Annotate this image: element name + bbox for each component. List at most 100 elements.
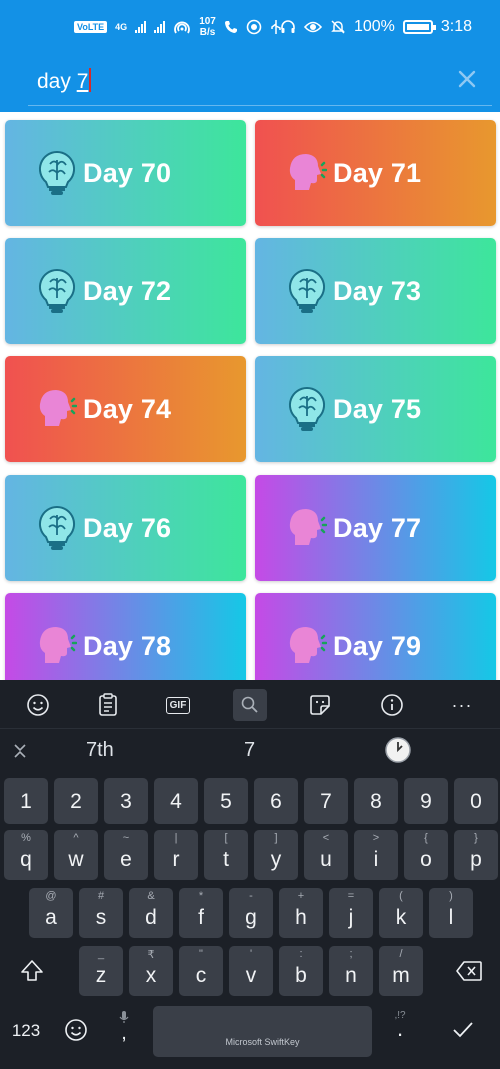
shift-key[interactable] <box>14 958 50 988</box>
key-r[interactable]: | r <box>154 830 198 880</box>
gif-icon[interactable]: GIF <box>161 689 195 721</box>
card-label: Day 70 <box>83 157 172 188</box>
space-bar[interactable]: Microsoft SwiftKey <box>153 1006 372 1057</box>
status-right: 100% 3:18 <box>280 18 472 36</box>
search-icon[interactable] <box>233 689 267 721</box>
day-card[interactable]: Day 75 <box>255 356 496 462</box>
suggestion-7th[interactable]: 7th <box>86 739 114 762</box>
backspace-key[interactable] <box>452 960 486 986</box>
eye-icon <box>303 21 322 33</box>
key-b[interactable]: :b <box>279 946 323 996</box>
key-s[interactable]: # s <box>79 888 123 938</box>
card-label: Day 75 <box>333 393 422 424</box>
gif-label: GIF <box>165 696 191 714</box>
clipboard-icon[interactable] <box>91 689 125 721</box>
comma-key[interactable]: , <box>110 1010 138 1052</box>
search-prefix: day <box>37 70 77 93</box>
signal-icon-2 <box>154 21 166 33</box>
key-0[interactable]: 0 <box>454 778 498 824</box>
emoji-icon[interactable] <box>21 689 55 721</box>
checkmark-icon <box>453 1022 473 1038</box>
key-t[interactable]: [t <box>204 830 248 880</box>
sticker-icon[interactable] <box>303 689 337 721</box>
text-caret <box>89 68 92 92</box>
mute-bell-icon <box>331 20 345 34</box>
key-v[interactable]: ' v <box>229 946 273 996</box>
key-a[interactable]: @ a <box>29 888 73 938</box>
signal-icon <box>135 21 147 33</box>
key-j[interactable]: = j <box>329 888 373 938</box>
whatsapp-icon <box>246 19 262 35</box>
status-bar: VoLTE 4G 107 B/s 100% 3:18 <box>0 0 500 56</box>
card-label: Day 72 <box>83 275 172 306</box>
period-key[interactable]: ,!? . <box>386 1010 414 1052</box>
key-q[interactable]: % q <box>4 830 48 880</box>
key-p[interactable]: } p <box>454 830 498 880</box>
day-card[interactable]: Day 71 <box>255 120 496 226</box>
suggestion-bar: 7th 7 <box>0 728 500 772</box>
key-5[interactable]: 5 <box>204 778 248 824</box>
network-type: 4G <box>115 22 128 32</box>
keyboard: GIF ··· 7th 7 1 2 3 4 5 6 7 8 9 0 % q ^ w … <box>0 680 500 1069</box>
brain-bulb-icon <box>288 386 326 431</box>
day-card[interactable]: Day 77 <box>255 475 496 581</box>
speaking-head-icon <box>289 154 327 190</box>
key-3[interactable]: 3 <box>104 778 148 824</box>
search-input[interactable]: day 7 <box>37 68 92 94</box>
day-card[interactable]: Day 78 <box>5 593 246 680</box>
day-card[interactable]: Day 72 <box>5 238 246 344</box>
key-z[interactable]: _ z <box>79 946 123 996</box>
key-f[interactable]: * f <box>179 888 223 938</box>
emoji-key[interactable] <box>62 1018 90 1046</box>
search-bar[interactable]: day 7 <box>28 56 492 106</box>
results-grid: Day 70 Day 71 Day 72 Day 73 Day 74 Day 7… <box>0 112 500 680</box>
clock: 3:18 <box>440 18 472 35</box>
key-x[interactable]: ₹ x <box>129 946 173 996</box>
key-e[interactable]: ~ e <box>104 830 148 880</box>
key-u[interactable]: < u <box>304 830 348 880</box>
day-card[interactable]: Day 74 <box>5 356 246 462</box>
network-speed: 107 B/s <box>199 16 216 38</box>
key-1[interactable]: 1 <box>4 778 48 824</box>
key-o[interactable]: {o <box>404 830 448 880</box>
key-c[interactable]: " c <box>179 946 223 996</box>
key-l[interactable]: ) l <box>429 888 473 938</box>
info-icon[interactable] <box>375 689 409 721</box>
key-h[interactable]: + h <box>279 888 323 938</box>
key-y[interactable]: ] y <box>254 830 298 880</box>
day-card[interactable]: Day 70 <box>5 120 246 226</box>
key-m[interactable]: / m <box>379 946 423 996</box>
brain-bulb-icon <box>38 150 76 195</box>
day-card[interactable]: Day 79 <box>255 593 496 680</box>
key-6[interactable]: 6 <box>254 778 298 824</box>
more-label: ··· <box>451 694 473 715</box>
key-8[interactable]: 8 <box>354 778 398 824</box>
key-n[interactable]: ; n <box>329 946 373 996</box>
close-icon[interactable] <box>456 68 478 90</box>
key-d[interactable]: & d <box>129 888 173 938</box>
key-7[interactable]: 7 <box>304 778 348 824</box>
search-typed: 7 <box>76 70 89 93</box>
key-4[interactable]: 4 <box>154 778 198 824</box>
headset-icon <box>281 20 295 33</box>
collapse-icon[interactable] <box>12 743 28 759</box>
clock-emoji-icon[interactable] <box>384 736 412 764</box>
key-w[interactable]: ^ w <box>54 830 98 880</box>
key-i[interactable]: > i <box>354 830 398 880</box>
hotspot-icon <box>174 21 191 34</box>
more-icon[interactable]: ··· <box>445 689 479 721</box>
comma-label: , <box>121 1022 127 1044</box>
key-9[interactable]: 9 <box>404 778 448 824</box>
brain-bulb-icon <box>38 505 76 550</box>
day-card[interactable]: Day 76 <box>5 475 246 581</box>
key-g[interactable]: -g <box>229 888 273 938</box>
key-2[interactable]: 2 <box>54 778 98 824</box>
suggestion-7[interactable]: 7 <box>244 739 255 762</box>
day-card[interactable]: Day 73 <box>255 238 496 344</box>
num-toggle-key[interactable]: 123 <box>6 1021 46 1041</box>
smiley-icon <box>65 1019 87 1041</box>
app-header: VoLTE 4G 107 B/s 100% 3:18 day 7 <box>0 0 500 112</box>
key-k[interactable]: (k <box>379 888 423 938</box>
enter-key[interactable] <box>449 1020 477 1044</box>
card-label: Day 79 <box>333 630 422 661</box>
